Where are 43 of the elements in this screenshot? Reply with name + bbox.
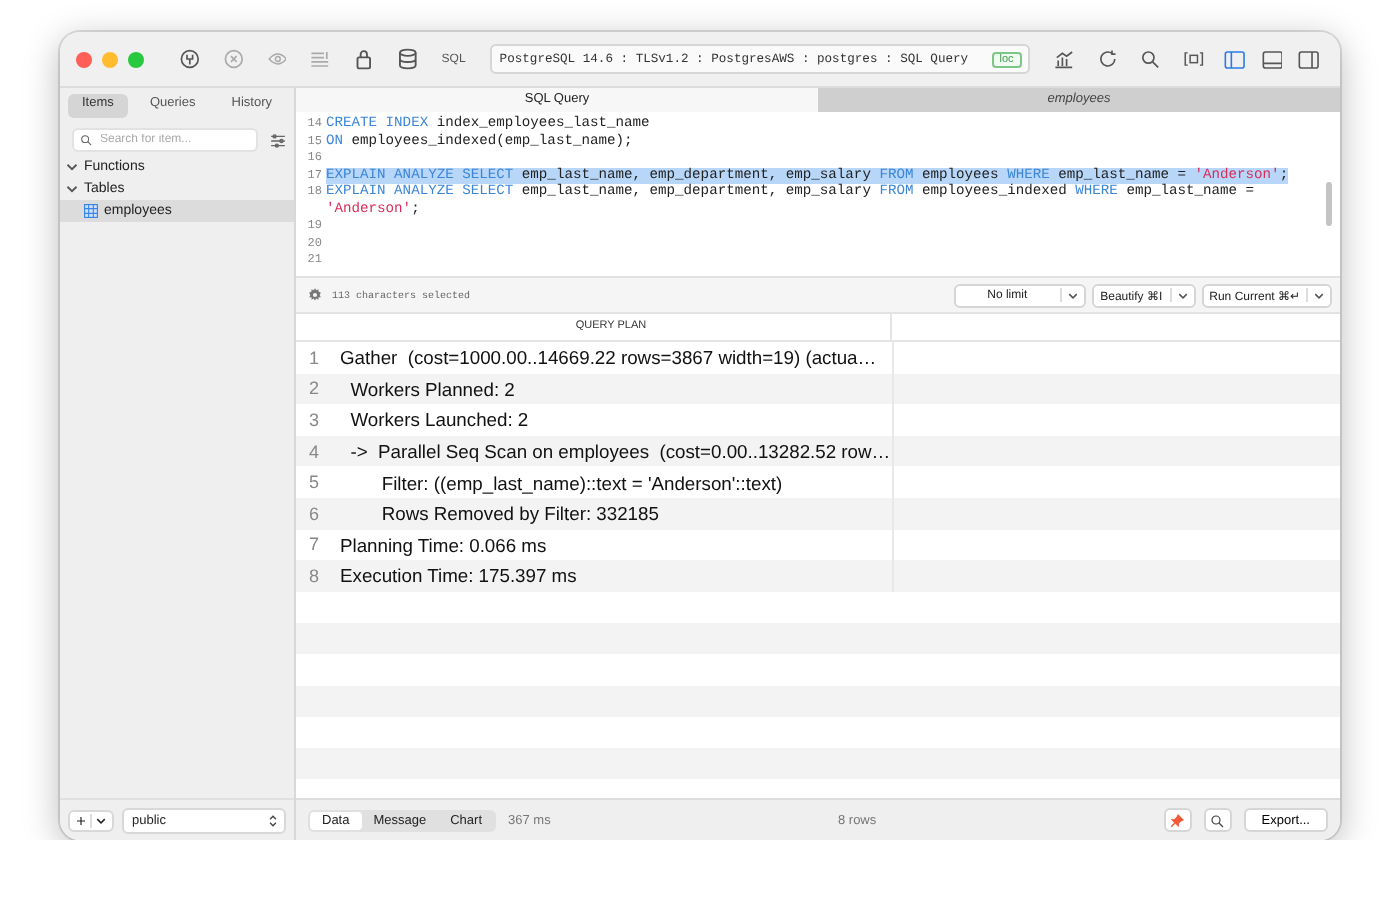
search-icon <box>1210 813 1225 827</box>
table-cell-text: Filter: ((emp_last_name)::text = 'Anderson'::text) <box>379 471 785 494</box>
table-cell-text: Planning Time: 0.066 ms <box>338 533 549 556</box>
close-button[interactable] <box>76 51 92 67</box>
right-sidebar-icon[interactable] <box>1298 49 1321 69</box>
table-cell-text: Execution Time: 175.397 ms <box>338 564 579 587</box>
table-cell-text: Workers Planned: 2 <box>348 377 517 400</box>
scrollbar-thumb[interactable] <box>1326 182 1332 226</box>
add-button[interactable] <box>68 809 114 831</box>
search-icon <box>80 134 92 146</box>
row-number: 5 <box>306 472 321 493</box>
plug-icon[interactable] <box>180 48 200 70</box>
table-cell-text: Workers Launched: 2 <box>348 408 531 431</box>
left-sidebar-icon[interactable] <box>1223 49 1246 69</box>
chevron-icon <box>1177 291 1188 299</box>
database-icon[interactable] <box>397 48 418 70</box>
row-number: 4 <box>306 441 321 462</box>
pin-button[interactable] <box>1163 808 1192 832</box>
row-number: 2 <box>306 378 321 399</box>
row-number: 1 <box>306 347 321 368</box>
table-cell-text: Rows Removed by Filter: 332185 <box>379 502 661 525</box>
row-number: 8 <box>306 565 321 586</box>
table-icon <box>84 204 98 218</box>
lock-icon[interactable] <box>354 48 374 70</box>
updown-icon <box>268 813 278 827</box>
refresh-icon[interactable] <box>1097 48 1117 70</box>
search-button[interactable] <box>1203 808 1232 832</box>
chevron-icon <box>96 815 106 825</box>
plus-icon <box>76 815 86 825</box>
settings-icon[interactable] <box>308 288 322 302</box>
chart-icon[interactable] <box>1053 48 1074 70</box>
row-number: 7 <box>306 534 321 555</box>
bottom-panel-icon[interactable] <box>1261 49 1283 69</box>
pin-icon <box>1170 813 1185 827</box>
table-cell-text: Gather (cost=1000.00..14669.22 rows=3867 width=19) (actua… <box>338 346 879 369</box>
chevron-icon <box>1314 291 1324 299</box>
search-icon[interactable] <box>1140 48 1161 70</box>
chevron-icon <box>1067 291 1078 299</box>
brackets-icon[interactable] <box>1184 48 1204 70</box>
row-number: 6 <box>306 503 321 524</box>
filter-icon[interactable] <box>270 133 286 147</box>
table-cell-text: -> Parallel Seq Scan on employees (cost=0.00..13282.52 row… <box>348 440 892 463</box>
row-number: 3 <box>306 409 321 430</box>
